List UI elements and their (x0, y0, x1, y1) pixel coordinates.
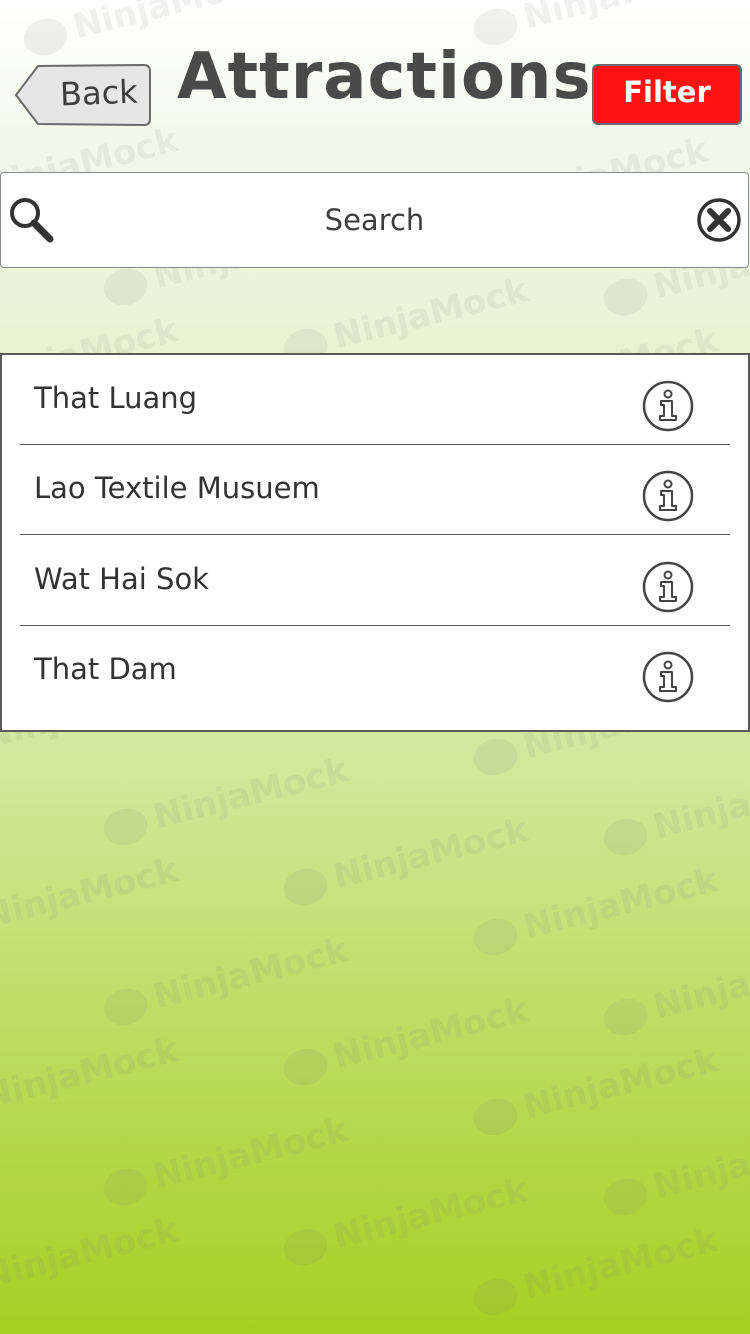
watermark: NinjaMock (599, 1120, 750, 1220)
watermark: NinjaMock (99, 930, 352, 1030)
filter-button[interactable]: Filter (592, 64, 742, 125)
watermark: NinjaMock (279, 1170, 532, 1270)
watermark: NinjaMock (599, 760, 750, 860)
watermark: NinjaMock (599, 940, 750, 1040)
info-icon[interactable] (641, 469, 695, 523)
watermark: NinjaMock (0, 1030, 182, 1130)
page-title: Attractions (177, 40, 592, 114)
list-item[interactable]: Wat Hai Sok (2, 536, 747, 626)
filter-button-label: Filter (623, 75, 711, 109)
watermark: NinjaMock (0, 850, 182, 950)
back-button[interactable]: Back (14, 64, 151, 126)
watermark: NinjaMock (279, 810, 532, 910)
list-item[interactable]: That Dam (2, 626, 747, 716)
list-item-label: That Dam (34, 652, 177, 686)
info-icon[interactable] (641, 650, 695, 704)
watermark: NinjaMock (99, 750, 352, 850)
info-icon[interactable] (641, 379, 695, 433)
list-item-label: Wat Hai Sok (34, 562, 209, 596)
watermark: NinjaMock (0, 1210, 182, 1310)
list-item-label: Lao Textile Musuem (34, 471, 320, 505)
list-item[interactable]: That Luang (2, 355, 747, 445)
list-item-label: That Luang (34, 381, 198, 415)
attractions-list: That Luang Lao Textile Musuem Wat Hai So… (0, 353, 750, 732)
watermark: NinjaMock (469, 860, 722, 960)
watermark: NinjaMock (469, 1220, 722, 1320)
search-placeholder: Search (324, 203, 425, 237)
close-circle-icon[interactable] (696, 197, 742, 243)
watermark: NinjaMock (469, 1040, 722, 1140)
divider (20, 534, 730, 535)
watermark: NinjaMock (99, 1110, 352, 1210)
list-item[interactable]: Lao Textile Musuem (2, 445, 747, 535)
back-button-label: Back (59, 72, 139, 114)
info-icon[interactable] (641, 560, 695, 614)
watermark: NinjaMock (279, 990, 532, 1090)
search-input[interactable]: Search (0, 172, 749, 268)
